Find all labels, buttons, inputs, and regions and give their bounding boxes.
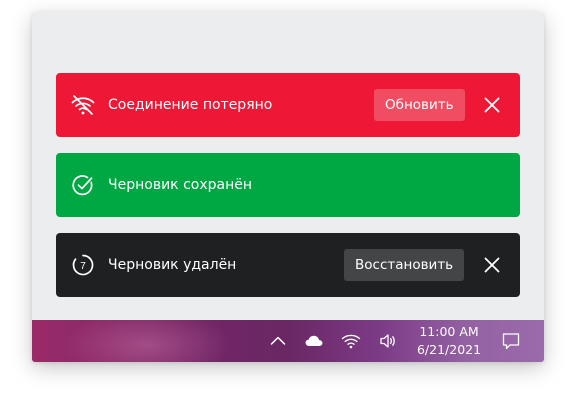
clock-time: 11:00 AM <box>419 324 479 339</box>
speaker-icon[interactable] <box>378 331 398 351</box>
toast-draft-deleted: 7 Черновик удалён Восстановить <box>56 233 520 297</box>
refresh-button[interactable]: Обновить <box>374 89 465 121</box>
toast-draft-saved: Черновик сохранён <box>56 153 520 217</box>
toast-message: Черновик сохранён <box>108 177 253 193</box>
notification-icon[interactable] <box>501 331 521 351</box>
toast-connection-lost: Соединение потеряно Обновить <box>56 73 520 137</box>
restore-button[interactable]: Восстановить <box>344 249 465 281</box>
app-window: Соединение потеряно Обновить Черновик со… <box>32 12 544 362</box>
countdown-timer-icon: 7 <box>72 254 94 276</box>
toast-message: Черновик удалён <box>108 257 237 273</box>
check-circle-icon <box>72 175 93 196</box>
wifi-icon[interactable] <box>341 331 361 351</box>
wifi-off-icon <box>71 95 95 115</box>
close-icon[interactable] <box>482 95 502 115</box>
toast-message: Соединение потеряно <box>108 97 273 113</box>
cloud-icon[interactable] <box>304 331 324 351</box>
close-icon[interactable] <box>482 255 502 275</box>
taskbar: 11:00 AM 6/21/2021 <box>32 320 544 362</box>
chevron-up-icon[interactable] <box>268 331 288 351</box>
system-clock[interactable]: 11:00 AM 6/21/2021 <box>413 323 485 359</box>
clock-date: 6/21/2021 <box>416 342 482 357</box>
countdown-number: 7 <box>80 261 86 272</box>
